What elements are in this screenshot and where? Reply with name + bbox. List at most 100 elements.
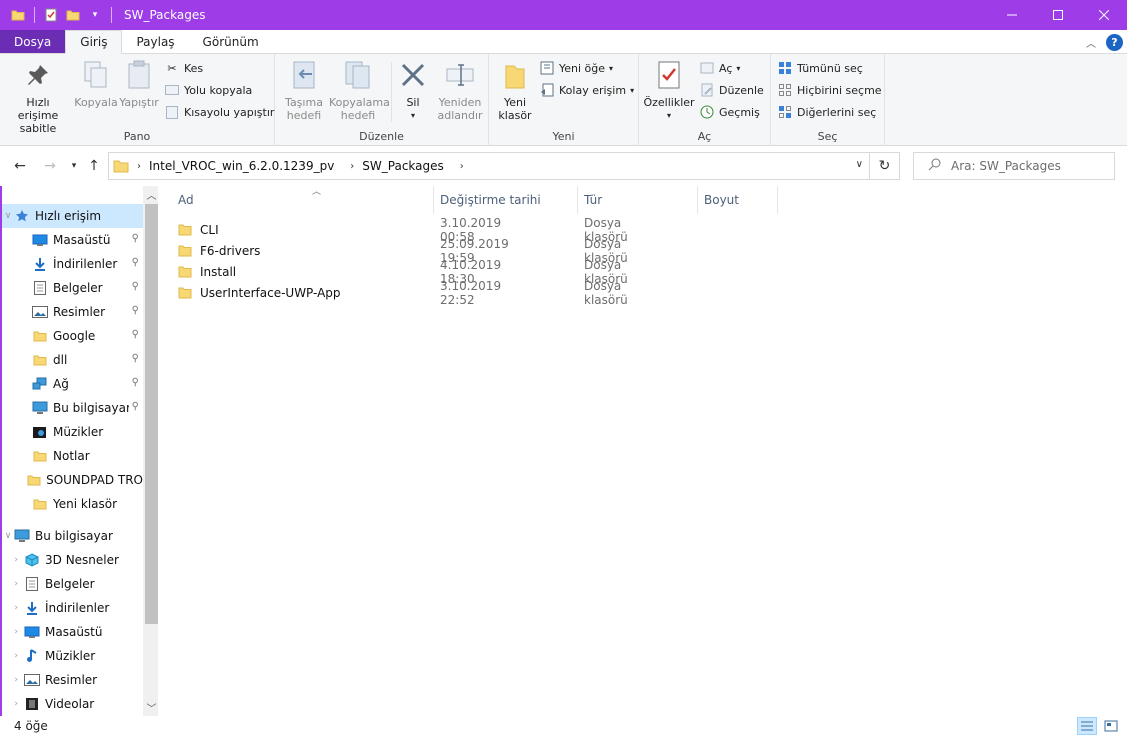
copy-path-button[interactable]: Yolu kopyala — [164, 80, 252, 100]
paste-button[interactable]: Yapıştır — [118, 58, 160, 109]
copy-button[interactable]: Kopyala — [74, 58, 118, 109]
column-name[interactable]: Ad ︿ — [172, 186, 434, 214]
help-icon[interactable]: ? — [1106, 33, 1123, 51]
nav-item[interactable]: Yeni klasör — [2, 492, 143, 516]
chevron-right-icon[interactable]: › — [460, 161, 464, 172]
delete-button[interactable]: Sil ▾ — [395, 58, 431, 122]
chevron-right-icon[interactable]: › — [2, 579, 24, 589]
up-button[interactable]: ↑ — [84, 156, 104, 176]
nav-label: Belgeler — [45, 577, 95, 591]
file-name: UserInterface-UWP-App — [200, 285, 341, 300]
pin-icon[interactable]: ⚲ — [128, 233, 139, 244]
nav-label: Bu bilgisayar — [53, 401, 131, 415]
search-input[interactable]: Ara: SW_Packages — [913, 152, 1115, 180]
file-row[interactable]: Install 4.10.2019 18:30 Dosya klasörü — [178, 258, 628, 286]
chevron-right-icon[interactable]: › — [2, 603, 24, 613]
collapse-ribbon-icon[interactable]: ︿ — [1086, 35, 1096, 50]
pin-icon[interactable]: ⚲ — [128, 401, 139, 412]
maximize-button[interactable] — [1035, 0, 1081, 30]
chevron-right-icon[interactable]: › — [2, 627, 24, 637]
minimize-button[interactable] — [989, 0, 1035, 30]
column-type[interactable]: Tür — [578, 186, 698, 214]
pin-icon[interactable]: ⚲ — [128, 329, 139, 340]
chevron-right-icon[interactable]: › — [2, 675, 24, 685]
nav-item[interactable]: Bu bilgisayar ⚲ — [2, 396, 143, 420]
forward-button[interactable]: → — [40, 156, 60, 176]
file-row[interactable]: CLI 3.10.2019 00:58 Dosya klasörü — [178, 216, 628, 244]
large-icons-view-button[interactable] — [1101, 717, 1121, 735]
pin-icon[interactable]: ⚲ — [128, 257, 139, 268]
pin-icon[interactable]: ⚲ — [128, 281, 139, 292]
nav-item[interactable]: Masaüstü ⚲ — [2, 228, 143, 252]
address-dropdown-icon[interactable]: ∨ — [856, 159, 863, 170]
address-bar[interactable]: › Intel_VROC_win_6.2.0.1239_pv › SW_Pack… — [108, 152, 870, 180]
file-row[interactable]: UserInterface-UWP-App 3.10.2019 22:52 Dosy… — [178, 279, 628, 307]
move-to-button[interactable]: Taşıma hedefi — [279, 58, 329, 122]
copy-to-button[interactable]: Kopyalama hedefi — [327, 58, 390, 122]
column-date[interactable]: Değiştirme tarihi — [434, 186, 578, 214]
tab-file[interactable]: Dosya — [0, 30, 66, 53]
chevron-right-icon[interactable]: › — [2, 699, 24, 709]
pin-icon[interactable]: ⚲ — [128, 353, 139, 364]
chevron-down-icon[interactable]: ∨ — [2, 531, 14, 541]
tab-view[interactable]: Görünüm — [189, 30, 273, 53]
breadcrumb-item[interactable]: Intel_VROC_win_6.2.0.1239_pv — [149, 159, 334, 173]
close-button[interactable] — [1081, 0, 1127, 30]
chevron-right-icon[interactable]: › — [2, 555, 24, 565]
edit-button[interactable]: Düzenle — [699, 80, 764, 100]
history-button[interactable]: Geçmiş — [699, 102, 760, 122]
nav-item[interactable]: › Resimler — [2, 668, 143, 692]
properties-icon[interactable] — [43, 7, 59, 23]
tab-home[interactable]: Giriş — [65, 30, 123, 54]
nav-label: Yeni klasör — [53, 497, 118, 511]
nav-quick-access[interactable]: ∨ Hızlı erişim — [2, 204, 143, 228]
file-row[interactable]: F6-drivers 25.09.2019 19:59 Dosya klasörü — [178, 237, 628, 265]
nav-item[interactable]: › Belgeler — [2, 572, 143, 596]
breadcrumb-item[interactable]: SW_Packages — [362, 159, 443, 173]
easy-access-button[interactable]: Kolay erişim ▾ — [539, 80, 634, 100]
back-button[interactable]: ← — [10, 156, 30, 176]
paste-shortcut-button[interactable]: Kısayolu yapıştır — [164, 102, 274, 122]
nav-item[interactable]: Notlar — [2, 444, 143, 468]
scroll-thumb[interactable] — [145, 204, 158, 624]
details-view-button[interactable] — [1077, 717, 1097, 735]
refresh-button[interactable]: ↻ — [870, 152, 900, 180]
group-open: Özellikler ▾ Aç ▾ Düzenle Geçmiş Aç — [639, 54, 771, 146]
nav-item[interactable]: Belgeler ⚲ — [2, 276, 143, 300]
nav-item[interactable]: › Masaüstü — [2, 620, 143, 644]
recent-locations-button[interactable]: ▾ — [64, 156, 84, 176]
customize-dropdown-icon[interactable]: ▾ — [87, 7, 103, 23]
nav-item[interactable]: Google ⚲ — [2, 324, 143, 348]
open-button[interactable]: Aç ▾ — [699, 58, 740, 78]
divider — [111, 7, 112, 23]
pin-icon[interactable]: ⚲ — [128, 305, 139, 316]
cut-button[interactable]: ✂ Kes — [164, 58, 203, 78]
nav-item[interactable]: dll ⚲ — [2, 348, 143, 372]
pin-icon[interactable]: ⚲ — [128, 377, 139, 388]
nav-item[interactable]: Ağ ⚲ — [2, 372, 143, 396]
nav-this-pc[interactable]: ∨ Bu bilgisayar — [2, 524, 143, 548]
new-item-button[interactable]: Yeni öğe ▾ — [539, 58, 613, 78]
column-size[interactable]: Boyut — [698, 186, 778, 214]
new-folder-button[interactable]: Yeni klasör — [495, 58, 535, 122]
nav-item[interactable]: İndirilenler ⚲ — [2, 252, 143, 276]
nav-item[interactable]: › Videolar — [2, 692, 143, 716]
nav-item[interactable]: SOUNDPAD TRO — [2, 468, 143, 492]
pin-quick-access-button[interactable]: Hızlı erişime sabitle — [6, 58, 70, 135]
nav-item[interactable]: › 3D Nesneler — [2, 548, 143, 572]
rename-button[interactable]: Yeniden adlandır — [435, 58, 485, 122]
new-folder-icon[interactable] — [65, 7, 81, 23]
chevron-right-icon[interactable]: › — [2, 651, 24, 661]
tab-share[interactable]: Paylaş — [122, 30, 188, 53]
nav-item[interactable]: Müzikler — [2, 420, 143, 444]
network-icon — [32, 376, 48, 392]
properties-button[interactable]: Özellikler ▾ — [643, 58, 695, 122]
nav-item[interactable]: Resimler ⚲ — [2, 300, 143, 324]
invert-selection-button[interactable]: Diğerlerini seç — [777, 102, 876, 122]
nav-item[interactable]: › İndirilenler — [2, 596, 143, 620]
select-all-button[interactable]: Tümünü seç — [777, 58, 863, 78]
nav-item[interactable]: › Müzikler — [2, 644, 143, 668]
select-none-button[interactable]: Hiçbirini seçme — [777, 80, 882, 100]
chevron-down-icon[interactable]: ∨ — [2, 211, 14, 221]
easy-access-icon — [539, 82, 555, 98]
